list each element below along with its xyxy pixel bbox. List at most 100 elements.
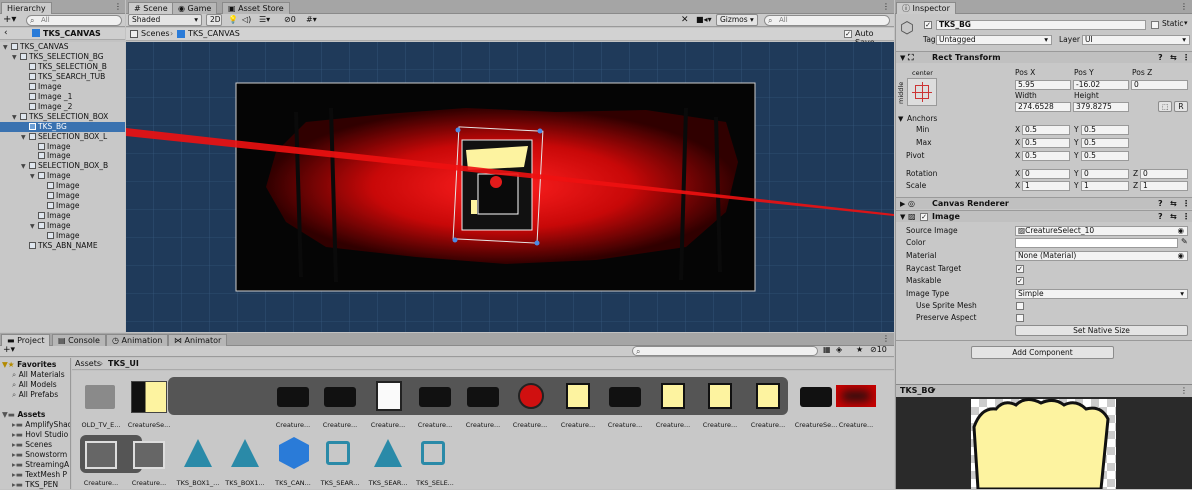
project-search[interactable]: [632, 346, 818, 356]
hierarchy-item[interactable]: Image: [0, 151, 125, 161]
canvas-renderer-header[interactable]: ▶ ◎ Canvas Renderer ? ⇆ ⋮: [896, 197, 1192, 209]
hierarchy-item[interactable]: ▼ TKS_SELECTION_BG: [0, 52, 125, 62]
sprite-mesh-checkbox[interactable]: [1016, 302, 1024, 310]
asset-thumbnail[interactable]: [556, 375, 600, 419]
rotation-x-field[interactable]: 0: [1022, 169, 1070, 179]
expand-arrow-icon[interactable]: ▼: [30, 172, 38, 181]
object-picker-icon[interactable]: ◉: [1177, 227, 1184, 235]
preset-icon[interactable]: ⇆: [1170, 52, 1177, 64]
hierarchy-item[interactable]: ▼ SELECTION_BOX_B: [0, 161, 125, 171]
create-icon[interactable]: +▾: [3, 345, 15, 355]
project-tree-item[interactable]: ▸▬ Hovl Studio: [0, 430, 70, 440]
hierarchy-item[interactable]: TKS_ABN_NAME: [0, 241, 125, 251]
asset-name[interactable]: TKS_SEAR...: [363, 479, 413, 487]
asset-thumbnail[interactable]: [413, 375, 457, 419]
hierarchy-item[interactable]: Image: [0, 142, 125, 152]
asset-name[interactable]: TKS_SEAR...: [315, 479, 365, 487]
tab-inspector[interactable]: ⓘ Inspector: [896, 2, 956, 14]
static-checkbox[interactable]: [1151, 21, 1159, 29]
scale-x-field[interactable]: 1: [1022, 181, 1070, 191]
hidden-objects-toggle[interactable]: ⊘0: [284, 15, 296, 24]
hierarchy-item[interactable]: Image: [0, 211, 125, 221]
asset-name[interactable]: Creature...: [124, 479, 174, 487]
asset-name[interactable]: TKS_BOX1...: [220, 479, 270, 487]
asset-thumbnail[interactable]: [366, 433, 410, 477]
kebab-menu-icon[interactable]: ⋮: [1180, 386, 1188, 395]
project-tree-item[interactable]: ▸▬ Snowstorm: [0, 450, 70, 460]
hierarchy-item[interactable]: Image _1: [0, 92, 125, 102]
hierarchy-item[interactable]: TKS_SELECTION_B: [0, 62, 125, 72]
filter-label-icon[interactable]: ◈: [836, 345, 842, 354]
kebab-menu-icon[interactable]: ⋮: [882, 2, 890, 11]
hierarchy-item[interactable]: Image: [0, 231, 125, 241]
breadcrumb-assets[interactable]: Assets: [75, 359, 101, 368]
hierarchy-item[interactable]: TKS_SEARCH_TUB: [0, 72, 125, 82]
help-icon[interactable]: ?: [1158, 211, 1163, 223]
scale-z-field[interactable]: 1: [1140, 181, 1188, 191]
hierarchy-item[interactable]: Image _2: [0, 102, 125, 112]
asset-name[interactable]: Creature...: [315, 421, 365, 429]
height-field[interactable]: 379.8275: [1073, 102, 1129, 112]
project-tree-item[interactable]: ⌕ All Materials: [0, 370, 70, 380]
add-icon[interactable]: +▾: [3, 14, 16, 25]
material-field[interactable]: None (Material) ◉: [1015, 251, 1188, 261]
layer-dropdown[interactable]: UI ▾: [1082, 35, 1190, 45]
asset-name[interactable]: TKS_CAN...: [268, 479, 318, 487]
breadcrumb-tks-ui[interactable]: TKS_UI: [108, 359, 139, 368]
asset-thumbnail[interactable]: [366, 375, 410, 419]
asset-thumbnail[interactable]: [127, 433, 171, 477]
asset-name[interactable]: Creature...: [648, 421, 698, 429]
hierarchy-item[interactable]: Image: [0, 181, 125, 191]
raycast-checkbox[interactable]: ✓: [1016, 265, 1024, 273]
asset-thumbnail[interactable]: [461, 375, 505, 419]
scene-viewport[interactable]: [126, 42, 894, 332]
help-icon[interactable]: ?: [1158, 52, 1163, 64]
asset-thumbnail[interactable]: [698, 375, 742, 419]
asset-name[interactable]: Creature...: [410, 421, 460, 429]
hierarchy-item[interactable]: Image: [0, 191, 125, 201]
pivot-y-field[interactable]: 0.5: [1081, 151, 1129, 161]
pivot-x-field[interactable]: 0.5: [1022, 151, 1070, 161]
asset-name[interactable]: CreatureSe...: [124, 421, 174, 429]
hierarchy-item[interactable]: Image: [0, 82, 125, 92]
asset-thumbnail[interactable]: [223, 433, 267, 477]
effects-icon[interactable]: ☰▾: [259, 15, 270, 24]
asset-thumbnail[interactable]: [413, 433, 457, 477]
asset-thumbnail[interactable]: [746, 375, 790, 419]
component-menu-icon[interactable]: ⋮: [1182, 211, 1190, 223]
project-tree-item[interactable]: ▸▬ Scenes: [0, 440, 70, 450]
eyedropper-icon[interactable]: ✎: [1181, 237, 1188, 246]
asset-thumbnail[interactable]: [508, 375, 552, 419]
hidden-packages-toggle[interactable]: ⊘10: [870, 345, 887, 354]
image-type-dropdown[interactable]: Simple ▾: [1015, 289, 1188, 299]
asset-name[interactable]: OLD_TV_E...: [76, 421, 126, 429]
tab-animation[interactable]: ◷ Animation: [106, 334, 169, 346]
asset-thumbnail[interactable]: [127, 375, 171, 419]
scene-search[interactable]: All: [764, 15, 890, 26]
asset-thumbnail[interactable]: [834, 375, 878, 419]
asset-thumbnail[interactable]: [603, 375, 647, 419]
anchor-preset-button[interactable]: [907, 78, 937, 106]
preview-dropdown-icon[interactable]: ▾: [932, 386, 936, 394]
hierarchy-search[interactable]: All: [26, 15, 122, 26]
lighting-icon[interactable]: 💡: [228, 15, 238, 24]
project-tree-item[interactable]: ▸▬ AmplifyShad: [0, 420, 70, 430]
tab-game[interactable]: ◉ Game: [172, 2, 218, 14]
tab-console[interactable]: ▤ Console: [52, 334, 106, 346]
preserve-aspect-checkbox[interactable]: [1016, 314, 1024, 322]
hierarchy-item[interactable]: ▼ TKS_CANVAS: [0, 42, 125, 52]
asset-name[interactable]: Creature...: [553, 421, 603, 429]
asset-name[interactable]: TKS_BOX1_...: [173, 479, 223, 487]
expand-arrow-icon[interactable]: ▶: [900, 198, 905, 210]
gizmos-dropdown[interactable]: Gizmos ▾: [716, 14, 758, 26]
source-image-field[interactable]: ▨CreatureSelect_10 ◉: [1015, 226, 1188, 236]
asset-name[interactable]: Creature...: [268, 421, 318, 429]
asset-name[interactable]: Creature...: [600, 421, 650, 429]
rotation-z-field[interactable]: 0: [1140, 169, 1188, 179]
add-component-button[interactable]: Add Component: [971, 346, 1114, 359]
maskable-checkbox[interactable]: ✓: [1016, 277, 1024, 285]
breadcrumb-current[interactable]: TKS_CANVAS: [188, 29, 240, 38]
pos-y-field[interactable]: -16.02: [1073, 80, 1129, 90]
set-native-size-button[interactable]: Set Native Size: [1015, 325, 1188, 336]
asset-name[interactable]: Creature...: [743, 421, 793, 429]
